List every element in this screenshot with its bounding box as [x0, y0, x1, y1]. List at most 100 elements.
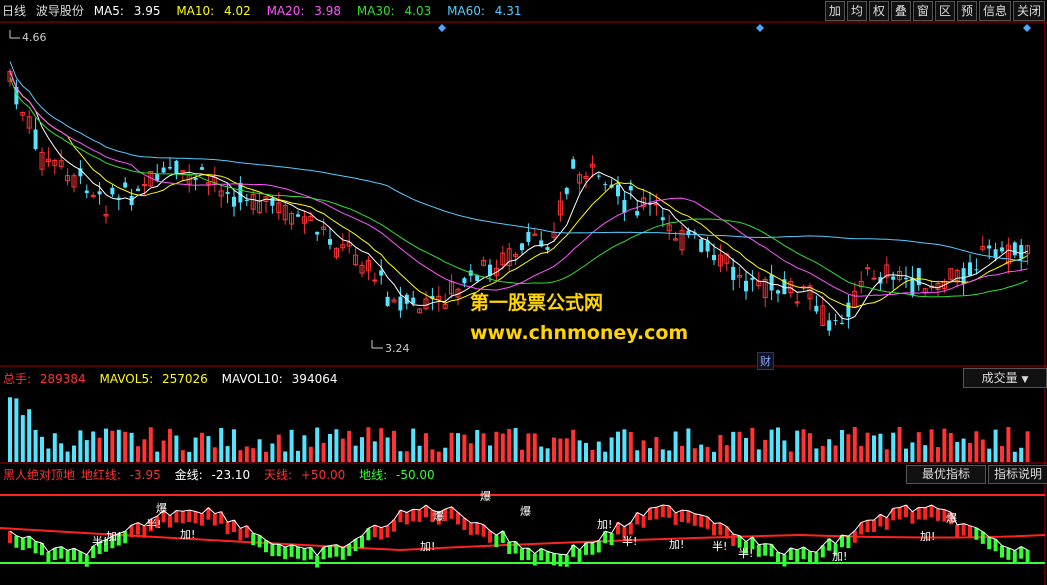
indicator-bar: [347, 543, 352, 556]
volume-bar: [878, 433, 883, 462]
indicator-bar: [884, 517, 889, 530]
volume-bar: [456, 433, 460, 462]
volume-bar: [379, 428, 384, 462]
indicator-bar: [577, 549, 582, 562]
indicator-bar: [494, 535, 499, 548]
low-price-pointer: [371, 340, 383, 349]
volume-bar: [814, 448, 819, 462]
volume-total: 总手: 289384: [3, 372, 86, 386]
candle-body: [974, 269, 979, 271]
volume-bar: [104, 428, 108, 462]
watermark-title: 第一股票公式网: [470, 292, 604, 314]
candle-body: [398, 296, 403, 311]
indicator-bar: [801, 546, 806, 559]
indicator-bar: [65, 550, 70, 563]
indicator-bar: [136, 522, 140, 535]
volume-bar: [430, 449, 435, 462]
annotation-label: 半!: [712, 539, 727, 553]
volume-bar: [27, 409, 32, 462]
indicator-bar: [564, 554, 569, 567]
volume-bar: [820, 445, 825, 462]
volume-bar: [468, 443, 473, 462]
volume-bar: [904, 448, 908, 462]
volume-bar: [910, 442, 915, 462]
annotation-label: 爆: [480, 489, 491, 503]
volume-bar: [635, 450, 640, 462]
volume-bar: [680, 445, 684, 462]
candle-body: [731, 266, 736, 280]
volume-bar: [891, 432, 896, 462]
candle-body: [865, 267, 871, 270]
indicator-bar: [14, 535, 19, 548]
volume-bar: [264, 451, 268, 462]
volume-bar: [692, 448, 697, 462]
volume-bar: [219, 427, 224, 462]
volume-bar: [622, 429, 627, 462]
indicator-bar: [628, 522, 633, 535]
candle-body: [814, 305, 819, 312]
volume-bar: [987, 448, 992, 462]
volume-selector[interactable]: 成交量 ▼: [963, 368, 1047, 388]
volume-bar: [609, 437, 614, 462]
volume-bar: [686, 428, 691, 462]
volume-bar: [97, 437, 102, 462]
volume-bar: [731, 431, 736, 462]
volume-bar: [872, 435, 876, 462]
volume-bar: [174, 435, 179, 462]
ma30-line: [9, 77, 1028, 298]
volume-bar: [142, 439, 147, 462]
indicator-bar: [692, 513, 697, 526]
indicator-bar: [852, 530, 857, 543]
volume-bar: [737, 431, 742, 462]
indicator-bar: [980, 531, 985, 544]
di-legend: 地线: -50.00: [359, 468, 435, 482]
volume-bar: [116, 429, 121, 462]
candle-body: [712, 254, 716, 261]
volume-bar: [443, 447, 448, 462]
best-indicator-button[interactable]: 最优指标: [906, 465, 986, 484]
finance-event-marker[interactable]: 财: [757, 352, 774, 370]
volume-bar: [1000, 446, 1004, 462]
volume-bar: [699, 444, 704, 462]
candle-body: [488, 264, 492, 276]
indicator-bar: [532, 553, 537, 566]
volume-bar: [532, 433, 537, 462]
volume-bar: [712, 451, 716, 462]
indicator-bar: [539, 548, 544, 561]
volume-bar: [756, 449, 761, 462]
volume-bar: [1025, 431, 1030, 462]
annotation-label: 加!: [832, 550, 847, 563]
volume-bar: [475, 429, 480, 462]
candle-body: [315, 231, 320, 235]
candle-body: [385, 296, 390, 306]
indicator-bar: [225, 522, 230, 535]
volume-bar: [648, 448, 652, 462]
volume-bar: [705, 446, 710, 462]
volume-bar: [14, 398, 19, 462]
volume-bar: [78, 430, 83, 462]
indicator-bar: [814, 552, 819, 565]
indicator-name[interactable]: 黑人绝对顶地: [3, 468, 75, 482]
indicator-bar: [961, 523, 966, 536]
indicator-bar: [987, 537, 992, 550]
volume-bar: [852, 427, 857, 462]
volume-bar: [673, 431, 678, 462]
indicator-bar: [289, 544, 294, 557]
indicator-bar: [468, 522, 473, 535]
ma60-line: [9, 61, 1028, 262]
candle-body: [155, 174, 160, 181]
indicator-bar: [974, 527, 979, 540]
indicator-bar: [776, 552, 780, 565]
candle-body: [520, 243, 524, 251]
volume-bar: [795, 430, 800, 462]
indicator-bar: [846, 536, 851, 549]
tian-legend: 天线: +50.00: [264, 468, 346, 482]
indicator-bar: [897, 507, 902, 520]
indicator-bar: [180, 511, 185, 524]
volume-bar: [923, 445, 928, 462]
volume-bar: [840, 429, 844, 462]
ma5-line: [9, 71, 1028, 321]
indicator-help-button[interactable]: 指标说明: [988, 465, 1047, 484]
volume-bar: [129, 432, 134, 462]
volume-bar: [168, 428, 172, 462]
